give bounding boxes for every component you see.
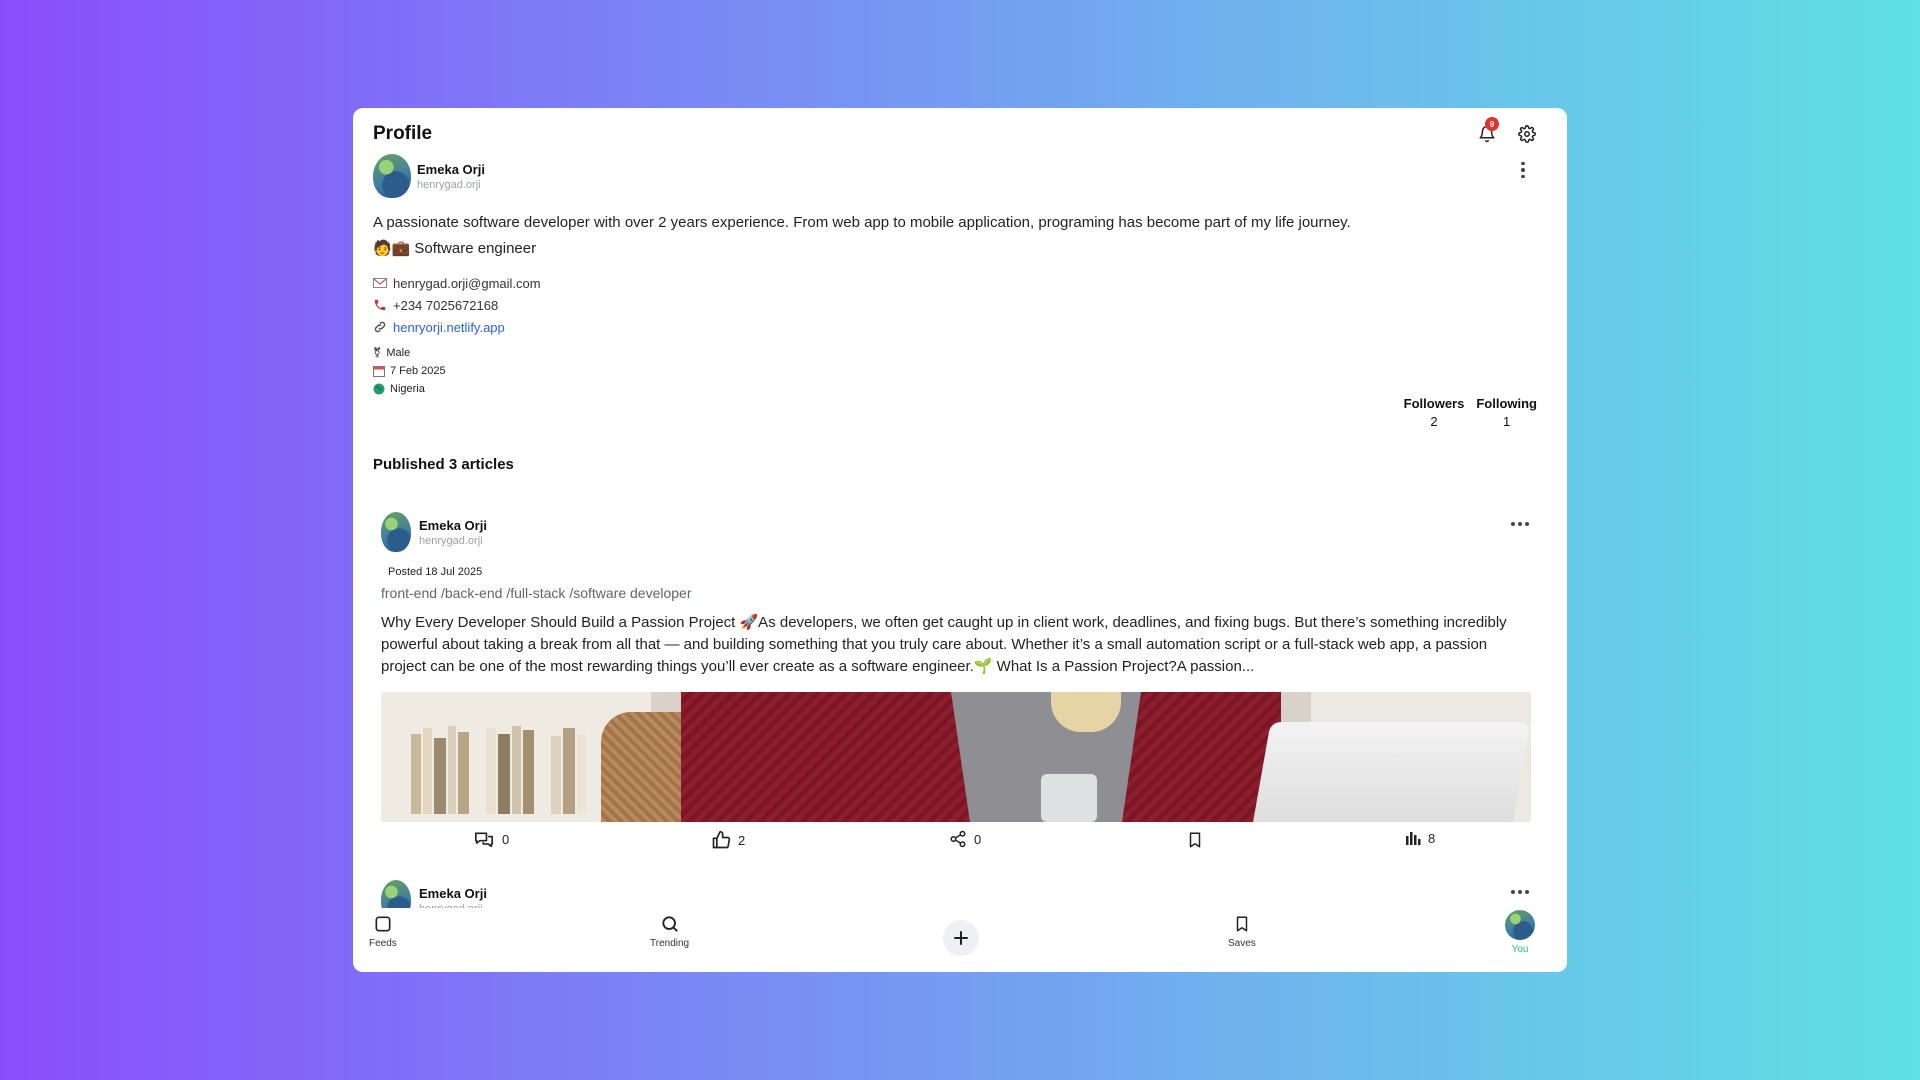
profile-meta: ⚧ Male 7 Feb 2025 Nigeria: [373, 344, 446, 398]
post-tags: front-end /back-end /full-stack /softwar…: [381, 585, 692, 601]
gender-icon: ⚧: [373, 347, 382, 359]
tag-link[interactable]: /software developer: [569, 585, 691, 601]
nav-saves-label: Saves: [1228, 938, 1256, 949]
post-date: Posted 18 Jul 2025: [388, 566, 483, 578]
views-count: 8: [1428, 830, 1436, 846]
bookmark-icon: [1233, 914, 1251, 934]
post-author-name: Emeka Orji: [419, 517, 487, 533]
nav-saves[interactable]: Saves: [1228, 914, 1256, 949]
profile-handle: henrygad.orji: [417, 178, 481, 191]
glass-graphic: [1041, 774, 1097, 822]
article-card: Emeka Orji henrygad.orji Posted 18 Jul 2…: [381, 512, 1531, 862]
profile-card: Profile 9 Emeka Orji henrygad.orji A pas…: [353, 108, 1567, 972]
post-more-button[interactable]: [1509, 884, 1531, 900]
followers-label: Followers: [1403, 396, 1465, 411]
comments-count: 0: [502, 831, 510, 847]
post-author-name: Emeka Orji: [419, 885, 487, 901]
page-title: Profile: [373, 123, 433, 144]
nav-feeds-label: Feeds: [369, 938, 397, 949]
nav-trending[interactable]: Trending: [650, 914, 689, 949]
link-icon: [373, 320, 387, 334]
laptop-graphic: [1251, 722, 1531, 822]
mail-icon: [373, 277, 387, 289]
post-cover-image[interactable]: [381, 692, 1531, 822]
following-label: Following: [1476, 396, 1537, 411]
post-author[interactable]: Emeka Orji henrygad.orji: [381, 512, 487, 552]
profile-gender: Male: [386, 347, 411, 359]
profile-more-button[interactable]: [1515, 158, 1531, 182]
share-icon: [949, 830, 967, 848]
save-button[interactable]: [1186, 830, 1204, 850]
profile-bio: A passionate software developer with ove…: [373, 214, 1351, 231]
plus-icon: [953, 930, 969, 946]
nav-trending-label: Trending: [650, 938, 690, 949]
profile-name: Emeka Orji: [417, 161, 485, 177]
like-button[interactable]: 2: [711, 830, 745, 850]
profile-website-link[interactable]: henryorji.netlify.app: [393, 320, 505, 335]
role-emoji-icon: 🧑💼: [373, 240, 411, 257]
nav-you-label: You: [1511, 944, 1529, 955]
role-text: Software engineer: [414, 239, 537, 257]
more-horizontal-icon: [1511, 890, 1515, 894]
nav-feeds[interactable]: Feeds: [369, 914, 397, 949]
post-more-button[interactable]: [1509, 516, 1531, 532]
phone-icon: [373, 298, 387, 312]
post-excerpt[interactable]: Why Every Developer Should Build a Passi…: [381, 612, 1531, 678]
followers-count: 2: [1430, 414, 1438, 429]
post-author-handle: henrygad.orji: [419, 534, 483, 547]
globe-icon: [373, 383, 385, 395]
header: Profile 9: [373, 116, 1547, 152]
gear-icon: [1518, 125, 1536, 143]
create-post-button[interactable]: [943, 920, 979, 956]
nav-you[interactable]: You: [1505, 910, 1535, 955]
share-button[interactable]: 0: [949, 830, 981, 848]
thumbs-up-icon: [711, 830, 731, 850]
post-actions: 0 2 0 8: [381, 830, 1531, 854]
profile-phone: +234 7025672168: [393, 297, 499, 313]
follow-stats: Followers 2 Following 1: [1404, 396, 1537, 429]
tag-link[interactable]: /back-end: [441, 585, 502, 601]
comments-button[interactable]: 0: [473, 830, 509, 848]
avatar: [1505, 910, 1535, 940]
profile-email: henrygad.orji@gmail.com: [393, 275, 541, 291]
bottom-nav: Feeds Trending Saves You: [353, 908, 1567, 972]
more-horizontal-icon: [1511, 522, 1515, 526]
followers-stat[interactable]: Followers 2: [1404, 396, 1465, 429]
avatar: [381, 512, 411, 552]
following-stat[interactable]: Following 1: [1476, 396, 1537, 429]
settings-button[interactable]: [1507, 119, 1547, 149]
tag-link[interactable]: /full-stack: [506, 585, 565, 601]
feeds-icon: [373, 914, 393, 934]
tag-link[interactable]: front-end: [381, 585, 437, 601]
calendar-icon: [373, 365, 385, 377]
more-vertical-icon: [1521, 161, 1525, 166]
notifications-button[interactable]: 9: [1467, 117, 1507, 149]
bookmark-icon: [1186, 830, 1204, 850]
avatar[interactable]: [373, 154, 411, 198]
profile-country: Nigeria: [390, 383, 425, 395]
comment-icon: [473, 830, 495, 848]
search-icon: [660, 914, 680, 934]
profile-role: 🧑💼 Software engineer: [373, 239, 537, 258]
published-heading: Published 3 articles: [373, 456, 514, 473]
profile-user: Emeka Orji henrygad.orji: [373, 154, 485, 198]
following-count: 1: [1503, 414, 1511, 429]
contact-list: henrygad.orji@gmail.com +234 7025672168 …: [373, 272, 541, 338]
notification-badge: 9: [1485, 117, 1499, 131]
profile-date: 7 Feb 2025: [390, 365, 446, 377]
bar-chart-icon: [1405, 830, 1421, 846]
shares-count: 0: [974, 831, 982, 847]
likes-count: 2: [738, 832, 746, 848]
views-stat: 8: [1405, 830, 1435, 846]
